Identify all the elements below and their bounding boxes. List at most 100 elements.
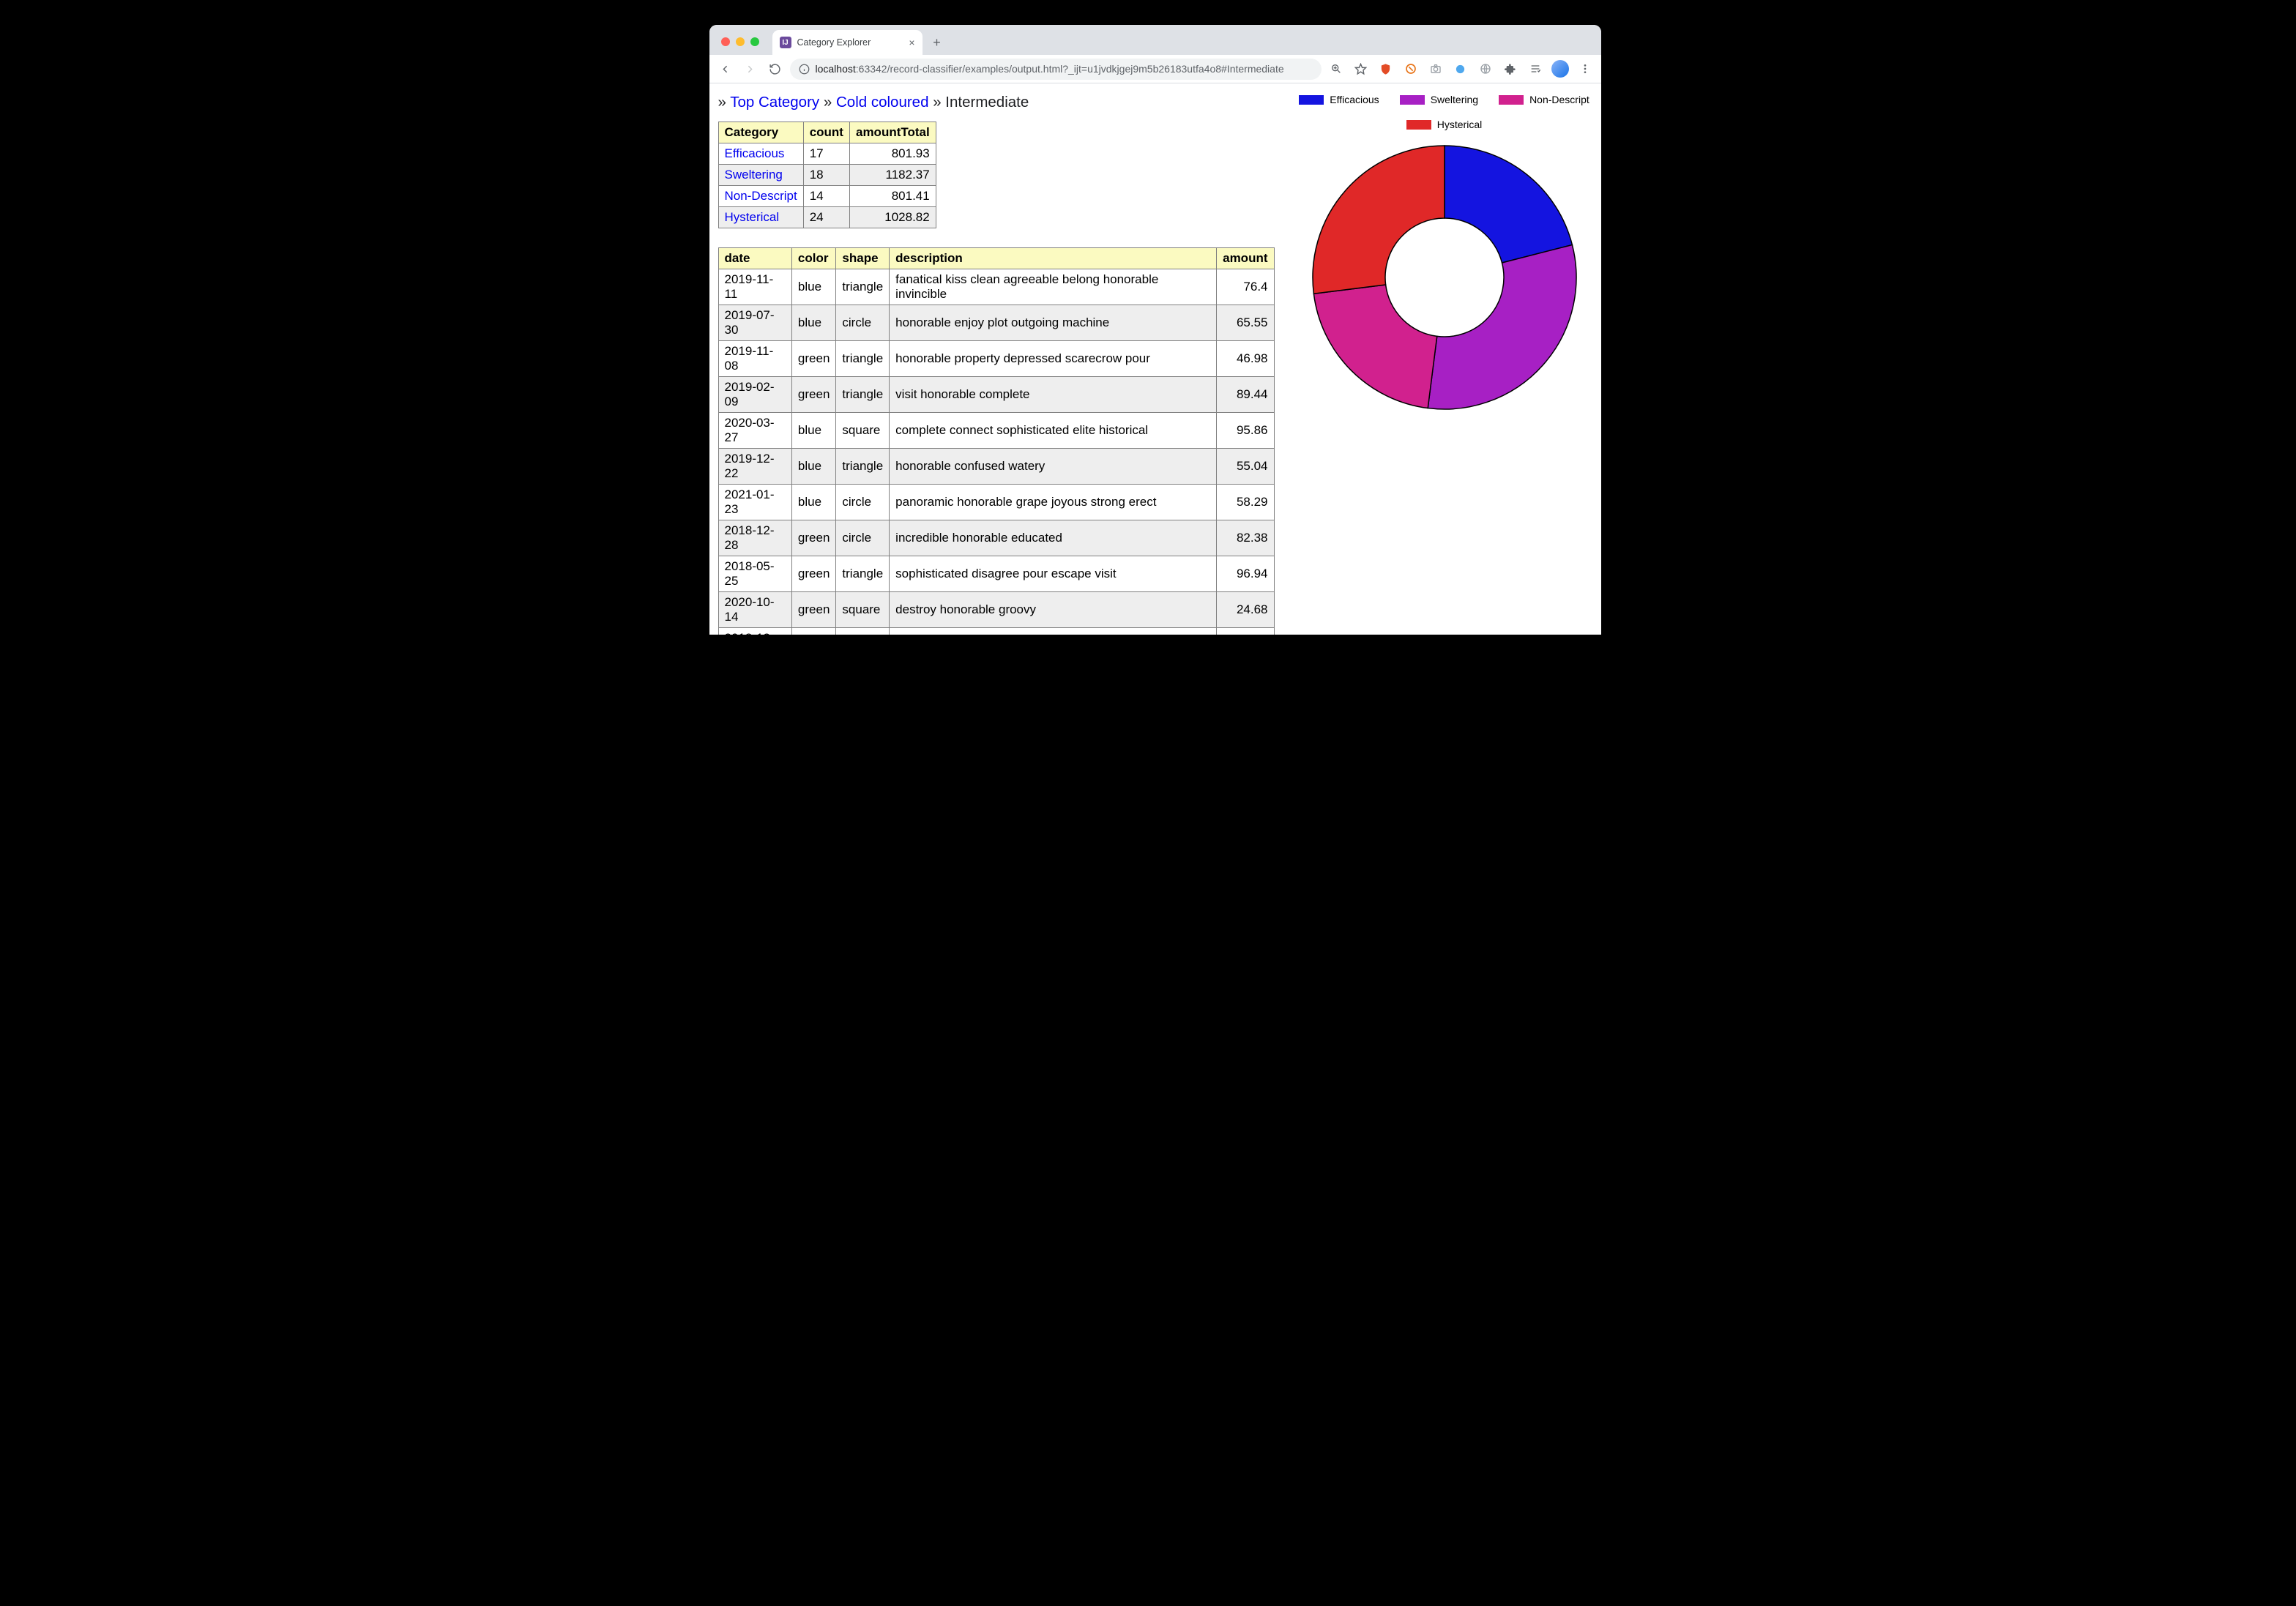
donut-slice[interactable] — [1445, 146, 1572, 263]
detail-cell-color: blue — [791, 413, 835, 449]
breadcrumb-current: Intermediate — [945, 94, 1029, 111]
detail-cell-amount: 95.86 — [1217, 413, 1274, 449]
detail-row: 2019-11-11bluetrianglefanatical kiss cle… — [718, 269, 1274, 305]
browser-tab[interactable]: IJ Category Explorer × — [772, 30, 922, 55]
detail-cell-color: blue — [791, 269, 835, 305]
extensions-icon[interactable] — [1500, 59, 1521, 79]
detail-row: 2020-10-14greensquaredestroy honorable g… — [718, 592, 1274, 628]
detail-header: date — [718, 248, 791, 269]
category-link[interactable]: Efficacious — [725, 146, 785, 160]
detail-cell-color: green — [791, 377, 835, 413]
favicon-icon: IJ — [780, 37, 791, 48]
amount-total-cell: 1028.82 — [849, 207, 936, 228]
detail-cell-color: green — [791, 520, 835, 556]
detail-row: 2019-07-30bluecirclehonorable enjoy plot… — [718, 305, 1274, 341]
amount-total-cell: 801.41 — [849, 186, 936, 207]
ext-ublock-icon[interactable] — [1376, 59, 1396, 79]
summary-table: CategorycountamountTotal Efficacious1780… — [718, 122, 936, 228]
legend-swatch — [1499, 95, 1524, 105]
detail-row: 2019-02-09greentrianglevisit honorable c… — [718, 377, 1274, 413]
detail-cell-color: blue — [791, 449, 835, 485]
donut-slice[interactable] — [1313, 285, 1436, 408]
legend-item[interactable]: Hysterical — [1406, 119, 1482, 130]
address-bar[interactable]: localhost:63342/record-classifier/exampl… — [790, 59, 1322, 80]
detail-row: 2020-03-27bluesquarecomplete connect sop… — [718, 413, 1274, 449]
detail-cell-color: green — [791, 628, 835, 635]
detail-cell-color: green — [791, 592, 835, 628]
amount-total-cell: 1182.37 — [849, 165, 936, 186]
summary-header: Category — [718, 122, 803, 143]
detail-cell-amount: 76.4 — [1217, 269, 1274, 305]
detail-cell-description: complete connect sophisticated elite his… — [890, 413, 1217, 449]
ext-camera-icon[interactable] — [1425, 59, 1446, 79]
legend-item[interactable]: Non-Descript — [1499, 94, 1589, 105]
detail-cell-description: sophisticated disagree pour escape visit — [890, 556, 1217, 592]
detail-cell-amount: 65.55 — [1217, 305, 1274, 341]
breadcrumb-sep: » — [933, 94, 941, 111]
legend-label: Hysterical — [1437, 119, 1482, 130]
detail-cell-description: honorable property depressed scarecrow p… — [890, 341, 1217, 377]
category-link[interactable]: Hysterical — [725, 210, 780, 224]
profile-avatar[interactable] — [1550, 59, 1570, 79]
star-icon[interactable] — [1351, 59, 1371, 79]
legend-label: Efficacious — [1330, 94, 1379, 105]
ext-blue-icon[interactable] — [1450, 59, 1471, 79]
detail-cell-date: 2020-03-27 — [718, 413, 791, 449]
detail-cell-amount: 95.91 — [1217, 628, 1274, 635]
detail-cell-shape: triangle — [836, 377, 890, 413]
summary-row: Hysterical 241028.82 — [718, 207, 936, 228]
detail-cell-shape: square — [836, 413, 890, 449]
category-link[interactable]: Sweltering — [725, 168, 783, 182]
donut-slice[interactable] — [1313, 146, 1445, 294]
breadcrumb-root[interactable]: Top Category — [730, 94, 819, 111]
detail-header: shape — [836, 248, 890, 269]
detail-cell-color: green — [791, 556, 835, 592]
ext-orange-icon[interactable] — [1401, 59, 1421, 79]
forward-button[interactable] — [740, 59, 761, 79]
detail-cell-amount: 96.94 — [1217, 556, 1274, 592]
count-cell: 24 — [803, 207, 849, 228]
detail-cell-shape: triangle — [836, 449, 890, 485]
detail-cell-shape: triangle — [836, 269, 890, 305]
breadcrumb-parent[interactable]: Cold coloured — [836, 94, 929, 111]
reload-button[interactable] — [765, 59, 786, 79]
detail-cell-date: 2019-02-09 — [718, 377, 791, 413]
detail-cell-color: blue — [791, 485, 835, 520]
detail-table: datecolorshapedescriptionamount 2019-11-… — [718, 247, 1275, 635]
detail-cell-amount: 58.29 — [1217, 485, 1274, 520]
donut-slice[interactable] — [1428, 244, 1576, 409]
legend-item[interactable]: Efficacious — [1299, 94, 1379, 105]
reading-list-icon[interactable] — [1525, 59, 1546, 79]
menu-icon[interactable] — [1575, 59, 1595, 79]
url-host: localhost:63342/record-classifier/exampl… — [816, 63, 1284, 75]
detail-cell-description: wax agreeable spy clover honorable stick — [890, 628, 1217, 635]
chart-legend: Efficacious Sweltering Non-Descript Hysteri… — [1297, 94, 1592, 130]
summary-row: Efficacious17801.93 — [718, 143, 936, 165]
category-link[interactable]: Non-Descript — [725, 189, 797, 203]
detail-row: 2018-05-25greentrianglesophisticated dis… — [718, 556, 1274, 592]
summary-header: amountTotal — [849, 122, 936, 143]
detail-cell-color: green — [791, 341, 835, 377]
browser-window: IJ Category Explorer × + localhost:63342… — [709, 25, 1601, 635]
count-cell: 14 — [803, 186, 849, 207]
detail-cell-shape: circle — [836, 520, 890, 556]
detail-cell-amount: 89.44 — [1217, 377, 1274, 413]
close-tab-icon[interactable]: × — [909, 37, 914, 48]
close-window-button[interactable] — [721, 37, 730, 46]
legend-item[interactable]: Sweltering — [1400, 94, 1478, 105]
detail-cell-date: 2019-12-22 — [718, 449, 791, 485]
breadcrumb-sep: » — [824, 94, 832, 111]
new-tab-button[interactable]: + — [927, 32, 947, 53]
zoom-icon[interactable] — [1326, 59, 1346, 79]
page-content: » Top Category » Cold coloured » Interme… — [709, 83, 1601, 635]
minimize-window-button[interactable] — [736, 37, 745, 46]
back-button[interactable] — [715, 59, 736, 79]
ext-globe-icon[interactable] — [1475, 59, 1496, 79]
detail-row: 2019-12-22bluetrianglehonorable confused… — [718, 449, 1274, 485]
detail-cell-description: incredible honorable educated — [890, 520, 1217, 556]
detail-cell-description: honorable enjoy plot outgoing machine — [890, 305, 1217, 341]
maximize-window-button[interactable] — [750, 37, 759, 46]
detail-cell-shape: circle — [836, 628, 890, 635]
detail-row: 2018-12-01greencirclewax agreeable spy c… — [718, 628, 1274, 635]
legend-swatch — [1406, 120, 1431, 130]
